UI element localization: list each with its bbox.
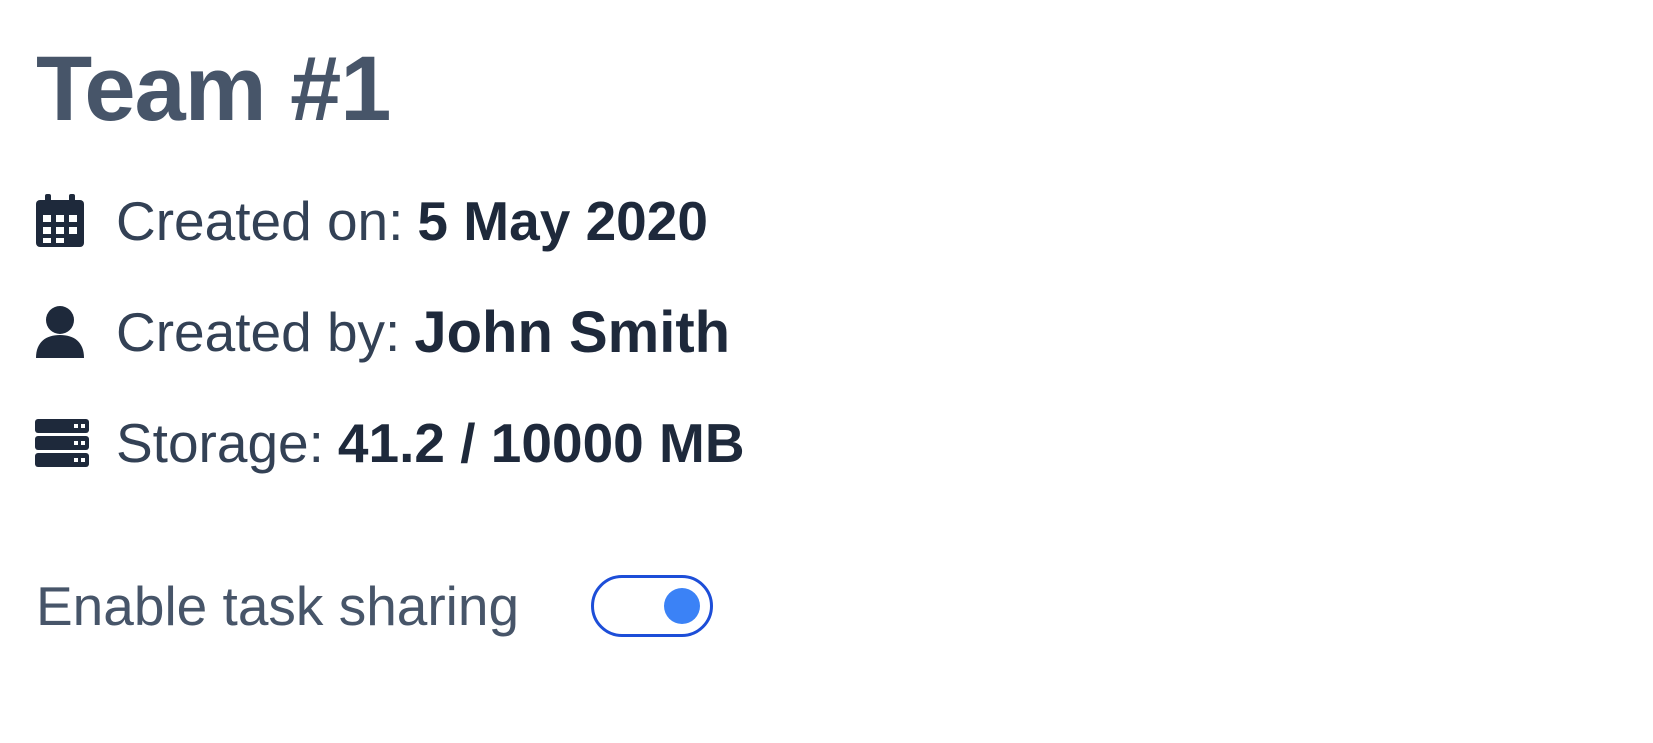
created-by-value: John Smith [414, 299, 731, 365]
toggle-knob [664, 588, 701, 624]
storage-label: Storage: [116, 412, 324, 474]
task-sharing-label: Enable task sharing [36, 575, 520, 637]
created-on-label: Created on: [116, 190, 404, 252]
created-by-label: Created by: [116, 301, 401, 363]
created-by-row: Created by: John Smith [34, 297, 730, 367]
page-title: Team #1 [36, 38, 391, 140]
storage-value: 41.2 / 10000 MB [337, 412, 745, 474]
team-details-panel: Team #1 Created on: 5 May 2020 Created b… [0, 0, 1653, 743]
storage-row: Storage: 41.2 / 10000 MB [34, 408, 745, 478]
server-icon [34, 408, 116, 478]
task-sharing-setting: Enable task sharing [36, 568, 714, 644]
calendar-icon [34, 186, 116, 256]
task-sharing-toggle[interactable] [591, 575, 714, 637]
user-icon [34, 297, 116, 367]
created-on-row: Created on: 5 May 2020 [34, 186, 708, 256]
created-on-value: 5 May 2020 [417, 190, 708, 252]
